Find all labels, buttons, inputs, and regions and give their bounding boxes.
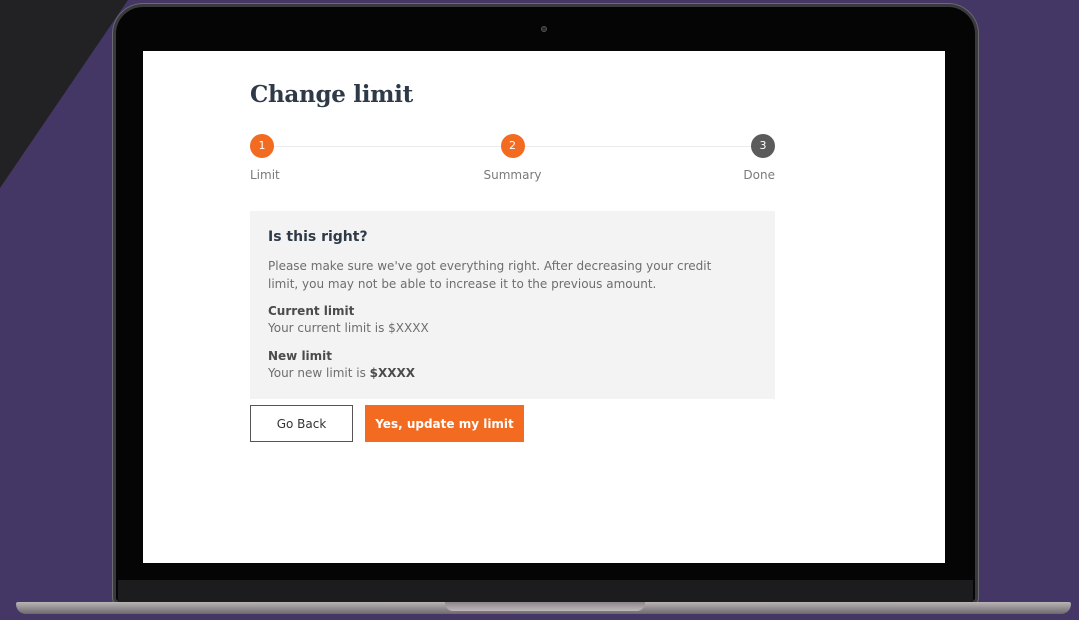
step-done: 3 Done <box>743 134 775 182</box>
screen: Change limit 1 Limit 2 Summary 3 Done Is… <box>143 51 945 563</box>
step-label-summary: Summary <box>483 168 542 182</box>
action-buttons: Go Back Yes, update my limit <box>250 405 775 442</box>
laptop-hinge-notch <box>445 602 645 611</box>
step-summary: 2 Summary <box>484 134 542 182</box>
new-limit-value: Your new limit is $XXXX <box>268 366 757 380</box>
step-number-1: 1 <box>250 134 274 158</box>
summary-description: Please make sure we've got everything ri… <box>268 259 712 291</box>
current-limit-value: Your current limit is $XXXX <box>268 321 429 335</box>
webcam-icon <box>541 26 547 32</box>
summary-heading: Is this right? <box>268 229 368 245</box>
new-limit-amount: $XXXX <box>369 366 416 380</box>
summary-card: Is this right? Please make sure we've go… <box>250 211 775 399</box>
step-label-done: Done <box>743 168 775 182</box>
new-limit-prefix: Your new limit is <box>268 366 370 380</box>
step-limit: 1 Limit <box>250 134 280 182</box>
go-back-button[interactable]: Go Back <box>250 405 353 442</box>
step-number-3: 3 <box>751 134 775 158</box>
step-number-2: 2 <box>500 134 525 158</box>
progress-stepper: 1 Limit 2 Summary 3 Done <box>250 134 775 184</box>
main-content: Change limit 1 Limit 2 Summary 3 Done Is… <box>250 81 775 442</box>
step-label-limit: Limit <box>250 168 280 182</box>
current-limit-label: Current limit <box>268 304 355 318</box>
confirm-update-button[interactable]: Yes, update my limit <box>365 405 524 442</box>
laptop-bezel <box>118 580 973 602</box>
page-title: Change limit <box>250 81 413 108</box>
new-limit-label: New limit <box>268 349 333 363</box>
